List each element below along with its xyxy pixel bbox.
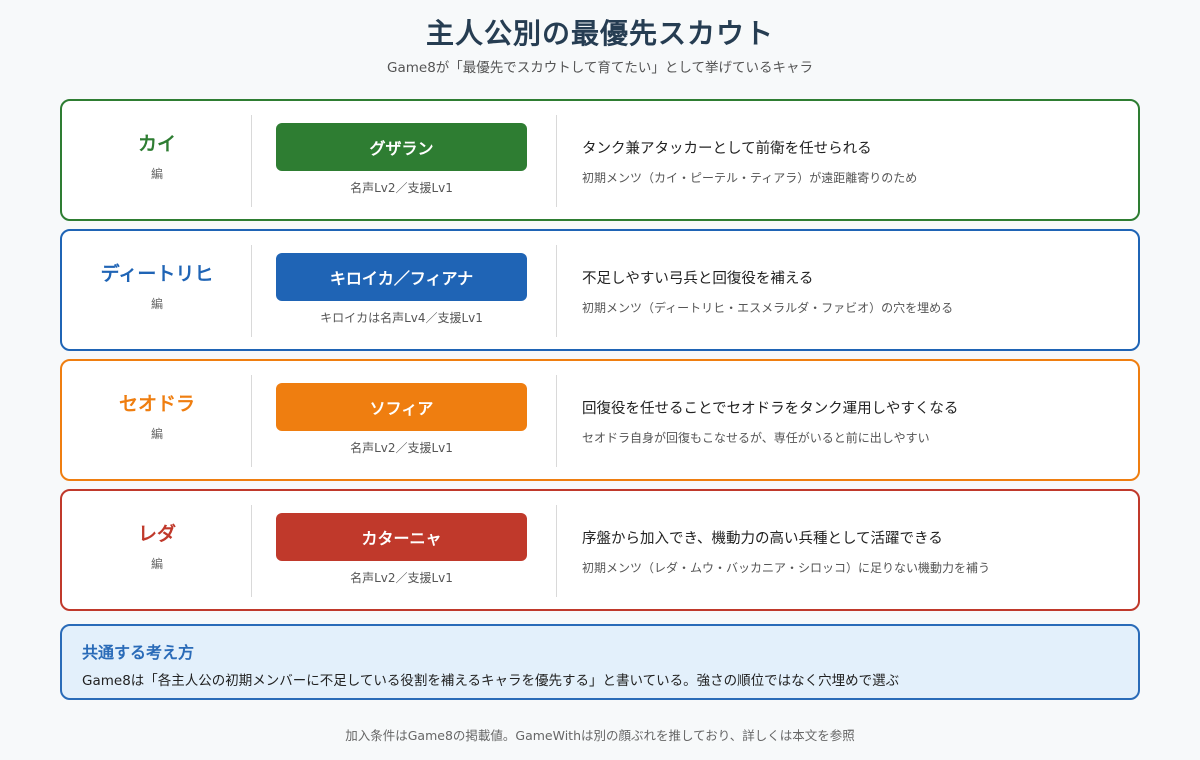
divider bbox=[556, 245, 557, 337]
page-subtitle: Game8が「最優先でスカウトして育てたい」として挙げているキャラ bbox=[387, 60, 813, 76]
hero-name: レダ bbox=[137, 523, 176, 545]
hero-name: カイ bbox=[137, 133, 176, 155]
footer-note: 加入条件はGame8の掲載値。GameWithは別の顔ぶれを推しており、詳しくは… bbox=[345, 728, 855, 743]
card-kai: カイ 編 グザラン 名声Lv2／支援Lv1 タンク兼アタッカーとして前衛を任せら… bbox=[60, 99, 1140, 221]
reason-detail: セオドラ自身が回復もこなせるが、専任がいると前に出しやすい bbox=[582, 431, 930, 445]
scout-button-sofia[interactable]: ソフィア bbox=[276, 383, 527, 431]
card-dietrich: ディートリヒ 編 キロイカ／フィアナ キロイカは名声Lv4／支援Lv1 不足しや… bbox=[60, 229, 1140, 351]
divider bbox=[251, 375, 252, 467]
hero-sub: 編 bbox=[150, 167, 163, 181]
reason-main: 回復役を任せることでセオドラをタンク運用しやすくなる bbox=[582, 401, 959, 417]
reason-main: タンク兼アタッカーとして前衛を任せられる bbox=[582, 141, 872, 157]
reason-main: 序盤から加入でき、機動力の高い兵種として活躍できる bbox=[582, 531, 943, 547]
divider bbox=[251, 505, 252, 597]
divider bbox=[556, 375, 557, 467]
reason-detail: 初期メンツ（レダ・ムウ・バッカニア・シロッコ）に足りない機動力を補う bbox=[582, 561, 991, 575]
divider bbox=[556, 505, 557, 597]
hero-name: セオドラ bbox=[118, 393, 195, 415]
scout-button-katanya[interactable]: カターニャ bbox=[276, 513, 527, 561]
card-theodora: セオドラ 編 ソフィア 名声Lv2／支援Lv1 回復役を任せることでセオドラをタ… bbox=[60, 359, 1140, 481]
note-body: Game8は「各主人公の初期メンバーに不足している役割を補えるキャラを優先する」… bbox=[82, 673, 900, 689]
note-title: 共通する考え方 bbox=[82, 643, 195, 662]
reason-detail: 初期メンツ（ディートリヒ・エスメラルダ・ファビオ）の穴を埋める bbox=[582, 301, 954, 315]
scout-requirement: 名声Lv2／支援Lv1 bbox=[350, 441, 453, 455]
scout-button-kiroika-fiana[interactable]: キロイカ／フィアナ bbox=[276, 253, 527, 301]
page-title: 主人公別の最優先スカウト bbox=[425, 17, 774, 50]
card-leda: レダ 編 カターニャ 名声Lv2／支援Lv1 序盤から加入でき、機動力の高い兵種… bbox=[60, 489, 1140, 611]
divider bbox=[251, 115, 252, 207]
divider bbox=[251, 245, 252, 337]
scout-requirement: 名声Lv2／支援Lv1 bbox=[350, 181, 453, 195]
scout-requirement: 名声Lv2／支援Lv1 bbox=[350, 571, 453, 585]
hero-sub: 編 bbox=[150, 557, 163, 571]
shared-approach-note: 共通する考え方 Game8は「各主人公の初期メンバーに不足している役割を補えるキ… bbox=[60, 624, 1140, 700]
hero-sub: 編 bbox=[150, 297, 163, 311]
divider bbox=[556, 115, 557, 207]
reason-detail: 初期メンツ（カイ・ピーテル・ティアラ）が遠距離寄りのため bbox=[582, 171, 918, 185]
reason-main: 不足しやすい弓兵と回復役を補える bbox=[582, 271, 814, 287]
hero-sub: 編 bbox=[150, 427, 163, 441]
scout-requirement: キロイカは名声Lv4／支援Lv1 bbox=[320, 311, 483, 325]
scout-button-guzaran[interactable]: グザラン bbox=[276, 123, 527, 171]
hero-name: ディートリヒ bbox=[100, 263, 214, 285]
